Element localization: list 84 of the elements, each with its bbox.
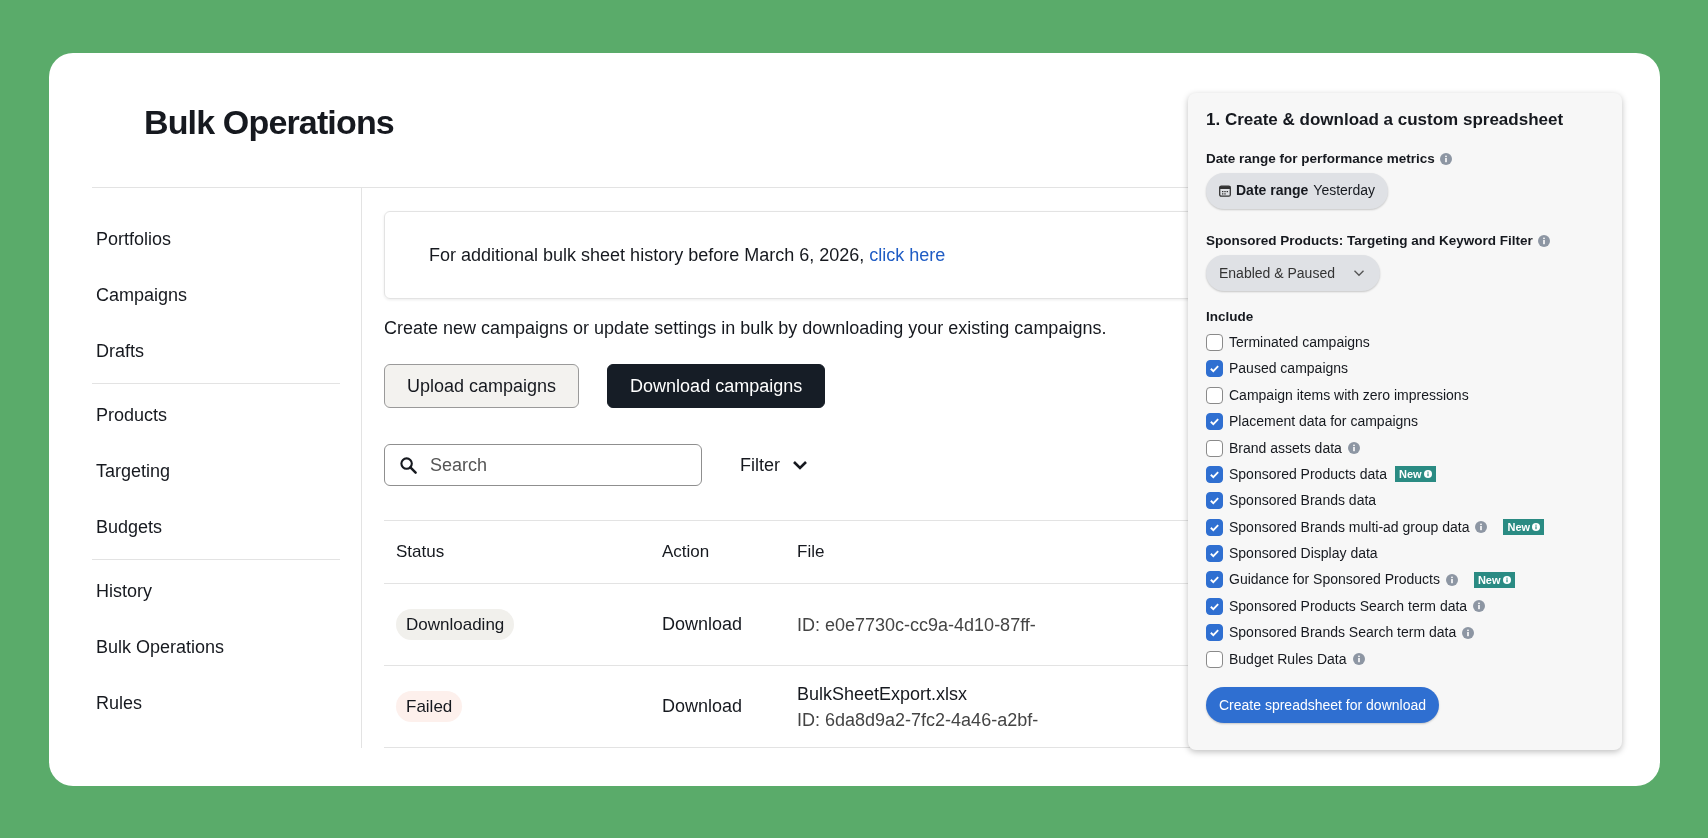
check-icon: [1209, 363, 1220, 375]
table-cell-text: BulkSheetExport.xlsx: [797, 682, 968, 706]
checkbox-label: Placement data for campaigns: [1229, 412, 1419, 432]
new-badge: New: [1395, 466, 1436, 483]
checkbox-label: Sponsored Brands multi-ad group data: [1229, 517, 1470, 537]
sidebar-link[interactable]: Campaigns: [92, 267, 188, 323]
filter-dropdown[interactable]: Filter: [740, 451, 808, 479]
checkbox-label: Sponsored Brands Search term data: [1229, 623, 1457, 643]
calendar-icon: [1219, 184, 1231, 197]
checkbox[interactable]: [1206, 571, 1223, 589]
sidebar-link[interactable]: Budgets: [92, 499, 163, 555]
checkbox-label: Paused campaigns: [1229, 359, 1349, 379]
check-icon: [1209, 627, 1220, 639]
info-icon[interactable]: [1347, 442, 1360, 454]
column-header: Action: [662, 542, 710, 562]
info-icon[interactable]: [1352, 653, 1365, 666]
checkbox[interactable]: [1206, 650, 1223, 668]
description-text: Create new campaigns or update settings in bulk by downloading your existing campaigns.: [384, 317, 1107, 340]
chevron-down-icon: [1353, 269, 1365, 277]
checkbox[interactable]: [1206, 413, 1223, 431]
checkbox[interactable]: [1206, 597, 1223, 615]
checkbox[interactable]: [1206, 333, 1223, 351]
table-cell-text: ID: e0e7730c-cc9a-4d10-87ff-: [797, 613, 1036, 637]
keyword-filter-dropdown[interactable]: Enabled & Paused: [1206, 255, 1380, 291]
search-field[interactable]: Search: [384, 444, 702, 486]
checkbox-label: Sponsored Products data: [1229, 464, 1387, 484]
sidebar-link[interactable]: Drafts: [92, 323, 144, 379]
check-icon: [1209, 574, 1220, 586]
check-icon: [1209, 548, 1220, 560]
checkbox[interactable]: [1206, 518, 1223, 536]
info-icon[interactable]: [1439, 152, 1452, 165]
checkbox[interactable]: [1206, 465, 1223, 483]
sidebar-link[interactable]: Portfolios: [92, 211, 172, 267]
table-cell-text: ID: 6da8d9a2-7fc2-4a46-a2bf-: [797, 708, 1039, 732]
page-title: Bulk Operations: [144, 102, 394, 143]
info-icon[interactable]: [1445, 573, 1458, 586]
sidebar-link[interactable]: Bulk Operations: [92, 619, 225, 675]
column-header: Status: [396, 542, 445, 562]
field-label: Sponsored Products: Targeting and Keyword Filter: [1206, 231, 1533, 250]
status-badge: Failed: [396, 690, 463, 723]
info-icon[interactable]: [1475, 521, 1488, 534]
check-icon: [1209, 416, 1220, 428]
info-icon[interactable]: [1537, 234, 1550, 247]
checkbox[interactable]: [1206, 624, 1223, 642]
sidebar-link[interactable]: Products: [92, 387, 168, 443]
checkbox-label: Sponsored Display data: [1229, 544, 1378, 564]
date-range-button[interactable]: Date range Yesterday: [1206, 172, 1389, 209]
checkbox[interactable]: [1206, 439, 1223, 457]
info-icon[interactable]: [1462, 626, 1475, 639]
info-icon[interactable]: [1473, 600, 1486, 613]
checkbox[interactable]: [1206, 545, 1223, 563]
new-badge: New: [1473, 571, 1515, 588]
include-label: Include: [1206, 308, 1254, 326]
checkbox-label: Terminated campaigns: [1229, 332, 1370, 352]
notice-link[interactable]: click here: [869, 244, 946, 265]
table-cell: Download: [662, 696, 743, 716]
create-spreadsheet-button[interactable]: Create spreadsheet for download: [1206, 687, 1440, 724]
upload-button[interactable]: Upload campaigns: [384, 364, 580, 408]
checkbox[interactable]: [1206, 360, 1223, 378]
check-icon: [1209, 521, 1220, 533]
status-badge: Downloading: [396, 608, 515, 641]
table-cell: Download: [662, 614, 743, 634]
sidebar-link[interactable]: History: [92, 563, 152, 619]
field-label: Date range for performance metrics: [1206, 149, 1435, 168]
checkbox-label: Brand assets data: [1229, 438, 1342, 458]
check-icon: [1209, 600, 1220, 612]
checkbox-label: Sponsored Brands data: [1229, 491, 1377, 511]
chevron-down-icon: [792, 460, 808, 470]
new-badge: New: [1503, 519, 1545, 536]
checkbox-label: Budget Rules Data: [1229, 649, 1347, 669]
checkbox[interactable]: [1206, 386, 1223, 404]
sidebar-link[interactable]: Targeting: [92, 443, 171, 499]
notice-text: For additional bulk sheet history before March 6, 2026, click here: [429, 243, 946, 267]
checkbox-label: Campaign items with zero impressions: [1229, 385, 1469, 405]
checkbox-label: Sponsored Products Search term data: [1229, 596, 1468, 616]
sidebar-link[interactable]: Rules: [92, 675, 143, 731]
check-icon: [1209, 468, 1220, 480]
checkbox[interactable]: [1206, 492, 1223, 510]
checkbox-label: Guidance for Sponsored Products: [1229, 570, 1440, 590]
check-icon: [1209, 495, 1220, 507]
column-header: File: [797, 542, 825, 562]
panel-title: 1. Create & download a custom spreadsheet: [1206, 109, 1565, 131]
search-icon: [399, 456, 418, 475]
download-button[interactable]: Download campaigns: [607, 364, 826, 408]
